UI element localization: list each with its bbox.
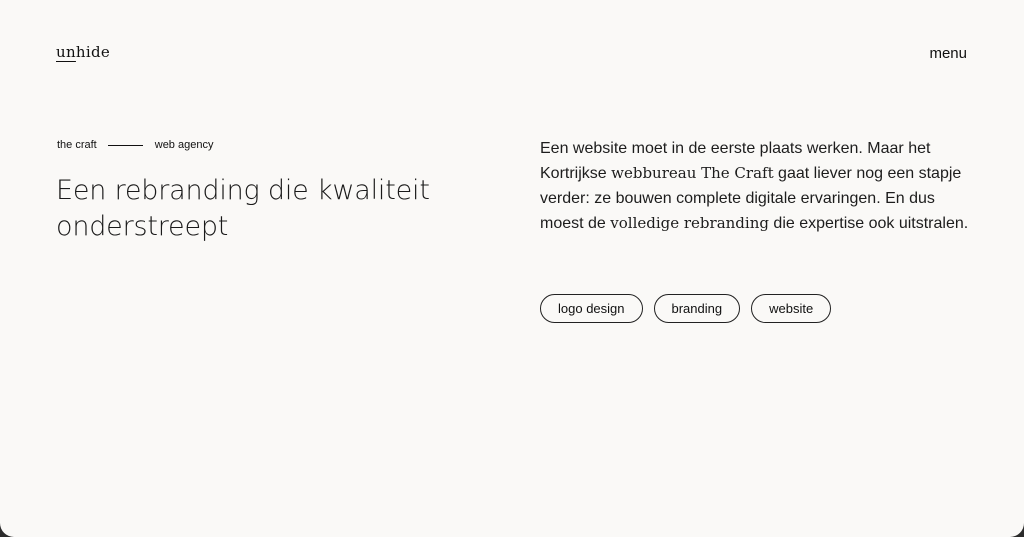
intro-paragraph: Een website moet in de eerste plaats wer…: [540, 136, 980, 236]
logo-rest: hide: [75, 43, 111, 61]
client-name: the craft: [57, 139, 97, 151]
logo[interactable]: unhide: [56, 43, 110, 61]
client-category: web agency: [154, 139, 214, 151]
menu-button[interactable]: menu: [929, 45, 967, 62]
page-title: Een rebranding die kwaliteit onderstreep…: [56, 175, 430, 242]
divider-line: [107, 144, 143, 146]
intro-highlight-1: webbureau The Craft: [611, 164, 774, 182]
intro-highlight-2: volledige rebranding: [610, 214, 769, 232]
tag-logo-design[interactable]: logo design: [540, 294, 643, 323]
tag-branding[interactable]: branding: [653, 294, 741, 323]
page: unhide menu the craft web agency Een reb…: [0, 0, 1024, 537]
tag-list: logo design branding website: [540, 294, 832, 323]
tag-website[interactable]: website: [751, 294, 832, 323]
intro-text-3: die expertise ook uitstralen.: [768, 215, 969, 232]
logo-underlined-part: un: [56, 43, 76, 61]
project-meta: the craft web agency: [57, 139, 213, 151]
